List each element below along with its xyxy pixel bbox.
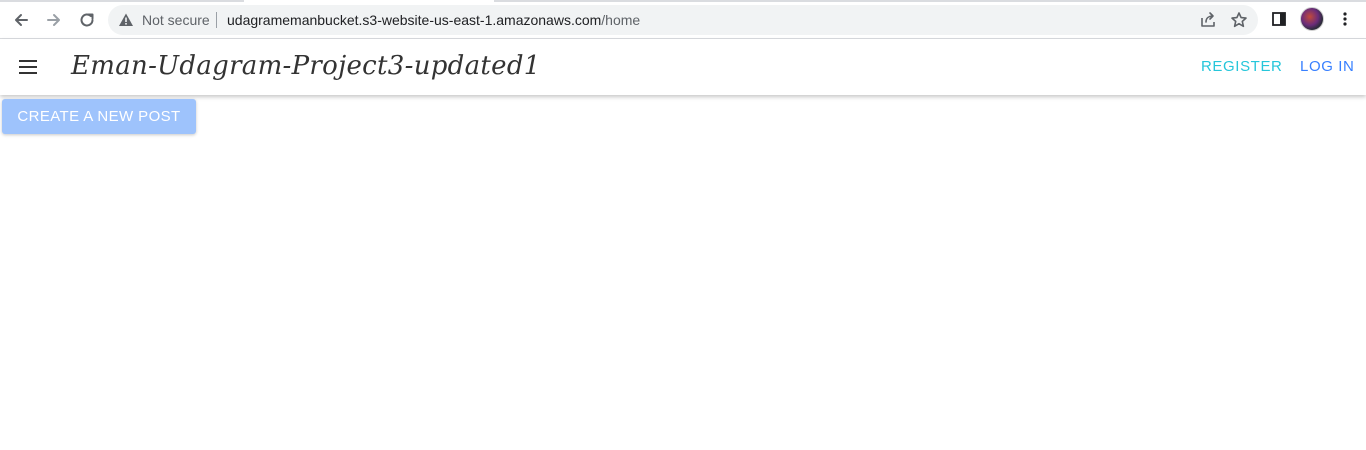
register-link[interactable]: REGISTER [1201,58,1282,76]
url-text[interactable]: udagramemanbucket.s3-website-us-east-1.a… [227,12,640,28]
url-host: udagramemanbucket.s3-website-us-east-1.a… [227,12,602,28]
url-path: /home [601,12,641,28]
app-title: Eman-Udagram-Project3-updated1 [71,51,541,81]
login-link[interactable]: LOG IN [1300,58,1354,76]
more-menu-button[interactable] [1333,7,1357,31]
more-menu-icon [1343,12,1347,26]
star-icon [1231,12,1247,28]
security-label[interactable]: Not secure [142,12,210,28]
hamburger-menu-icon [19,60,37,74]
reload-button[interactable] [72,5,102,35]
warning-icon[interactable] [118,12,134,28]
address-bar[interactable]: Not secure udagramemanbucket.s3-website-… [108,5,1258,35]
side-panel-icon [1272,12,1286,26]
forward-button[interactable] [39,5,69,35]
forward-icon [47,14,60,26]
reload-icon [80,13,94,27]
share-icon [1201,12,1215,27]
omnibox-divider [216,12,217,28]
profile-avatar [1300,7,1324,31]
app-header: Eman-Udagram-Project3-updated1 REGISTER … [0,39,1366,95]
browser-toolbar: Not secure udagramemanbucket.s3-website-… [0,2,1366,39]
bookmark-button[interactable] [1229,10,1249,30]
back-icon [15,14,28,26]
profile-button[interactable] [1300,7,1324,31]
menu-button[interactable] [14,53,42,81]
share-button[interactable] [1198,10,1218,30]
back-button[interactable] [6,5,36,35]
side-panel-button[interactable] [1267,7,1291,31]
create-post-button[interactable]: CREATE A NEW POST [2,99,196,134]
